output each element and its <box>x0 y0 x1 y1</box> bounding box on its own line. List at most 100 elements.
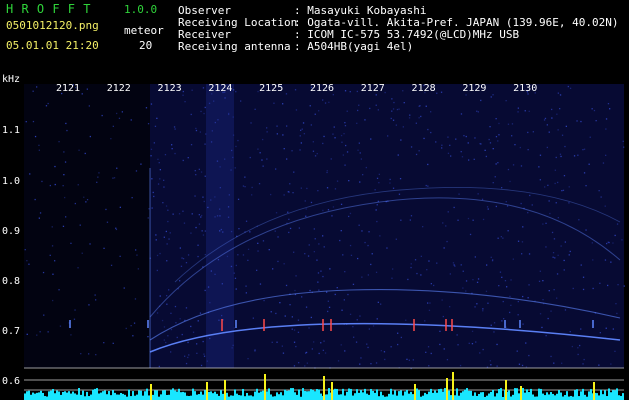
noise-dot <box>330 158 332 160</box>
noise-dot <box>293 171 295 173</box>
noise-dot <box>323 340 325 342</box>
noise-dot <box>582 276 585 278</box>
signal-bar-peak <box>323 376 325 400</box>
signal-bar <box>166 394 168 400</box>
noise-dot <box>559 108 561 110</box>
signal-bar <box>362 392 364 400</box>
noise-dot <box>422 226 424 228</box>
signal-bar <box>238 395 240 400</box>
noise-dot <box>204 106 206 109</box>
noise-dot <box>598 190 600 192</box>
noise-dot <box>547 184 549 186</box>
y-tick-label: 0.7 <box>2 326 20 337</box>
signal-bar <box>352 395 354 400</box>
noise-dot <box>568 186 570 188</box>
noise-dot <box>163 236 165 238</box>
x-tick-label: 2125 <box>259 83 283 94</box>
noise-dot <box>209 337 211 340</box>
noise-dot <box>415 153 418 156</box>
noise-dot <box>538 280 541 282</box>
noise-dot <box>262 165 264 167</box>
noise-dot <box>498 285 500 287</box>
signal-bar <box>48 391 50 400</box>
noise-dot <box>83 196 85 198</box>
noise-dot <box>375 209 377 211</box>
noise-dot <box>184 355 186 357</box>
noise-dot <box>314 155 317 157</box>
signal-bar <box>556 393 558 400</box>
noise-dot <box>187 341 189 344</box>
signal-bar <box>244 396 246 400</box>
signal-bar <box>600 389 602 400</box>
signal-bar <box>318 389 320 400</box>
noise-dot <box>517 314 519 316</box>
noise-dot <box>358 142 360 144</box>
noise-dot <box>134 298 137 300</box>
noise-dot <box>286 125 288 127</box>
noise-dot <box>294 89 297 91</box>
noise-dot <box>453 264 455 266</box>
noise-dot <box>192 331 195 333</box>
noise-dot <box>623 146 625 148</box>
noise-dot <box>235 91 237 93</box>
signal-bar <box>68 391 70 400</box>
noise-dot <box>359 363 361 365</box>
noise-dot <box>427 185 429 187</box>
signal-bar <box>540 388 542 400</box>
signal-bar <box>418 390 420 400</box>
noise-dot <box>227 206 230 208</box>
signal-bar <box>152 394 154 400</box>
noise-dot <box>527 297 529 299</box>
noise-dot <box>113 177 116 179</box>
signal-bar <box>478 393 480 400</box>
noise-dot <box>36 334 38 336</box>
noise-dot <box>29 173 31 175</box>
noise-dot <box>408 117 411 119</box>
noise-dot <box>167 220 169 223</box>
noise-dot <box>182 258 185 260</box>
noise-dot <box>62 185 64 187</box>
signal-bar <box>620 395 622 400</box>
x-tick-label: 2127 <box>361 83 385 94</box>
noise-dot <box>271 341 273 343</box>
noise-dot <box>602 162 605 164</box>
noise-dot <box>358 224 360 226</box>
signal-bar <box>514 388 516 400</box>
noise-dot <box>206 360 208 362</box>
signal-bar <box>272 396 274 400</box>
signal-bar <box>120 392 122 400</box>
noise-dot <box>328 101 330 103</box>
noise-dot <box>165 230 167 233</box>
app-title: H R O F F T <box>6 2 91 16</box>
noise-dot <box>39 331 41 333</box>
noise-dot <box>402 90 404 92</box>
signal-bar <box>186 395 188 400</box>
signal-bar <box>370 388 372 400</box>
signal-bar <box>378 396 380 400</box>
signal-bar <box>242 388 244 400</box>
noise-dot <box>376 204 378 206</box>
noise-dot <box>585 185 587 187</box>
signal-bar <box>118 394 120 400</box>
noise-dot <box>132 335 134 337</box>
signal-bar <box>320 393 322 400</box>
signal-bar <box>432 392 434 400</box>
signal-bar <box>52 389 54 400</box>
noise-dot <box>52 299 54 302</box>
noise-dot <box>285 93 288 95</box>
signal-bar <box>276 392 278 400</box>
noise-dot <box>454 265 456 267</box>
signal-bar <box>266 391 268 400</box>
signal-bar <box>214 391 216 400</box>
noise-dot <box>612 328 614 330</box>
noise-dot <box>509 295 511 298</box>
antenna-label: Receiving antenna <box>178 40 291 53</box>
noise-dot <box>410 215 413 217</box>
signal-bar <box>386 396 388 400</box>
signal-bar <box>268 388 270 400</box>
signal-bar <box>532 394 534 400</box>
noise-dot <box>517 111 519 113</box>
noise-dot <box>352 326 354 328</box>
noise-dot <box>26 260 28 262</box>
noise-dot <box>213 100 215 102</box>
